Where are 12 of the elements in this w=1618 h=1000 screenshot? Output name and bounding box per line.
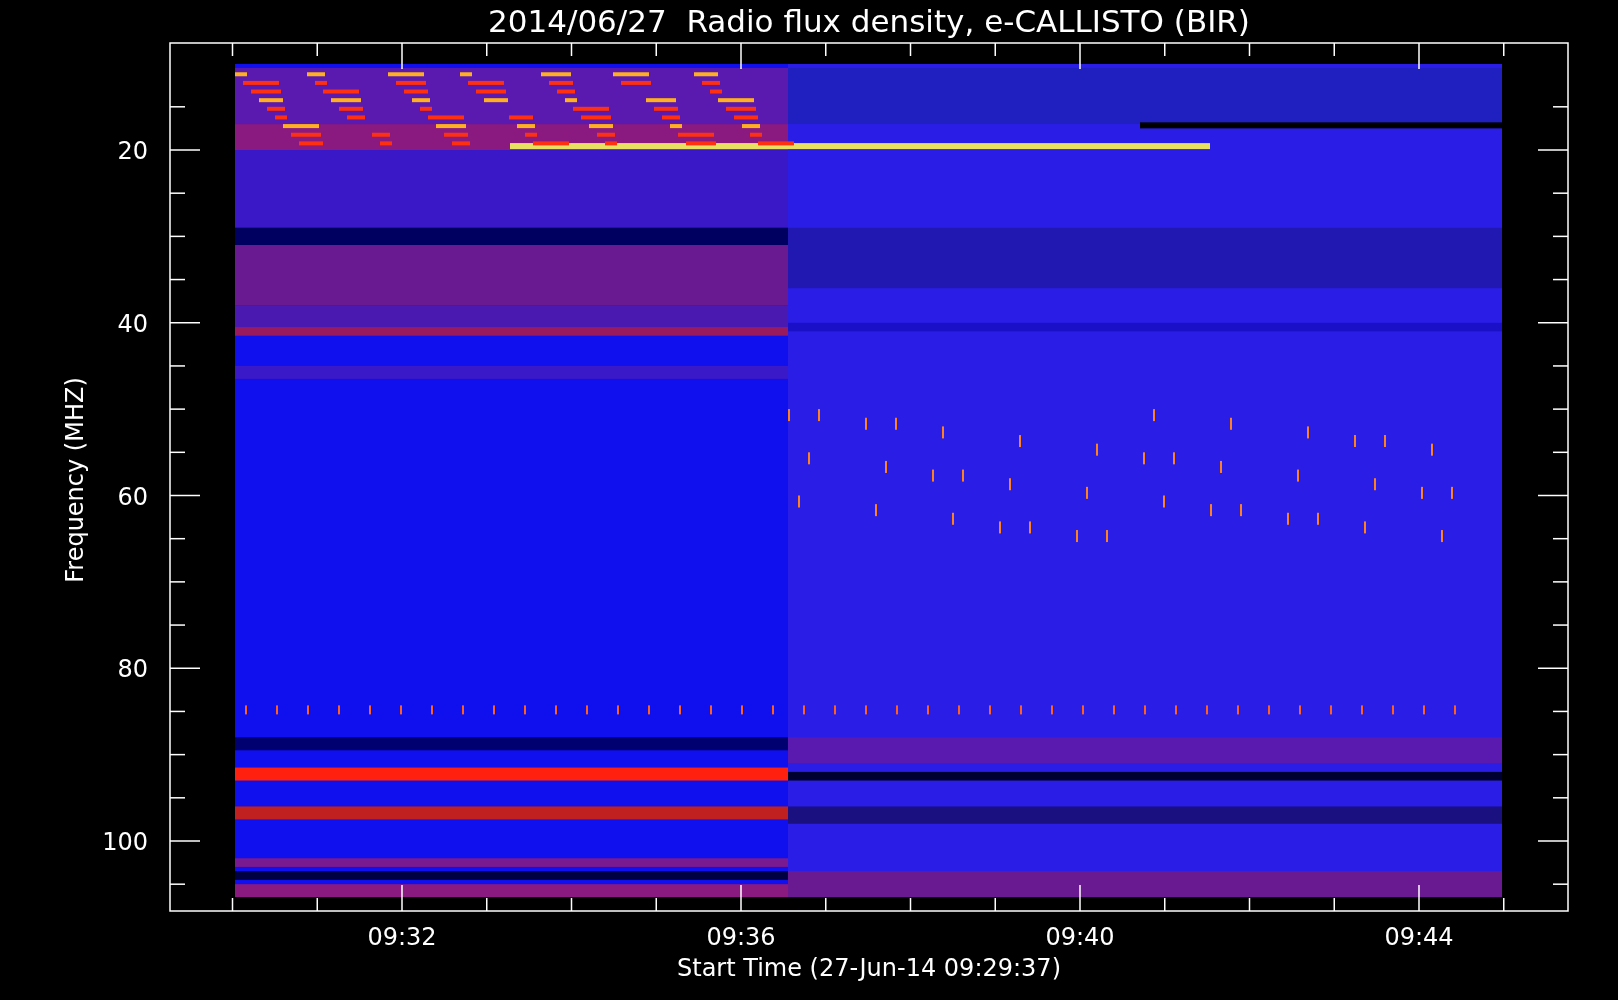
x-axis-title: Start Time (27-Jun-14 09:29:37): [677, 954, 1061, 982]
x-tick-label: 09:44: [1384, 923, 1454, 951]
y-tick-label: 60: [117, 482, 148, 511]
y-tick-label: 100: [102, 828, 148, 856]
y-tick-label: 40: [117, 309, 148, 338]
y-tick-label: 80: [117, 655, 148, 684]
x-tick-label: 09:36: [706, 923, 776, 951]
x-tick-label: 09:32: [367, 923, 437, 951]
y-axis-title: Frequency (MHZ): [61, 377, 89, 583]
y-tick-label: 20: [117, 137, 148, 165]
plot-title: 2014/06/27 Radio flux density, e-CALLISTO (BIR): [488, 3, 1250, 39]
x-tick-label: 09:40: [1045, 923, 1115, 951]
